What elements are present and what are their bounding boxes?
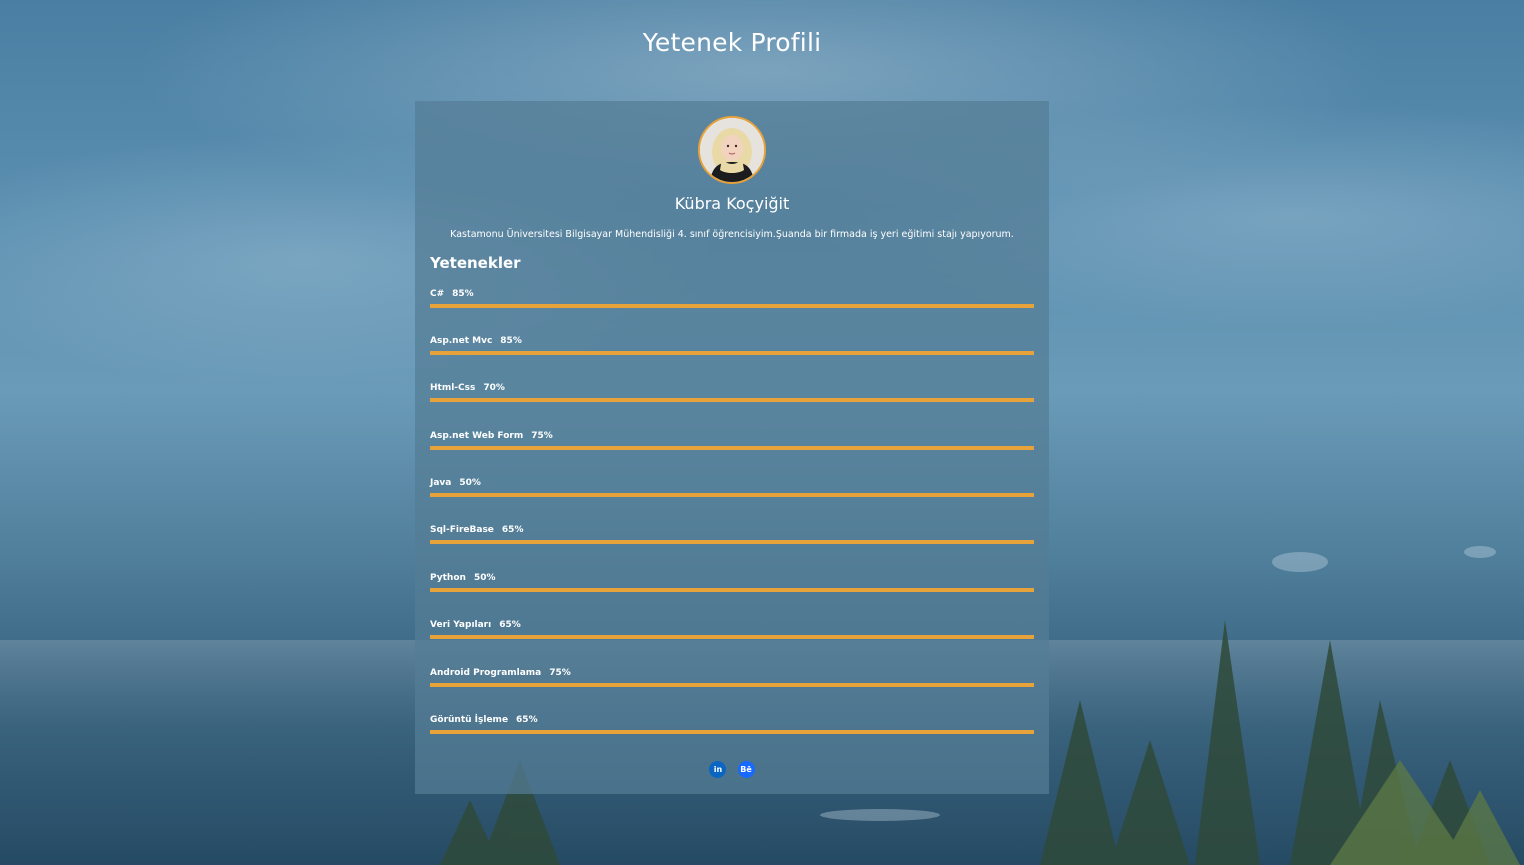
skill-name: C# bbox=[430, 289, 445, 299]
skill-item: Veri Yapıları 65% bbox=[430, 620, 1034, 650]
skill-name: Görüntü İşleme bbox=[430, 715, 509, 725]
skill-item: Asp.net Web Form 75% bbox=[430, 431, 1034, 461]
skill-progress-bar bbox=[430, 683, 1034, 687]
linkedin-icon[interactable]: in bbox=[709, 761, 727, 778]
skill-name: Sql-FireBase bbox=[430, 525, 494, 535]
skill-name: Python bbox=[430, 573, 466, 583]
skill-progress-track bbox=[430, 540, 1034, 544]
skill-progress-track bbox=[430, 351, 1034, 355]
page-title: Yetenek Profili bbox=[642, 28, 822, 57]
profile-name: Kübra Koçyiğit bbox=[674, 194, 790, 213]
skill-percent: 50% bbox=[473, 573, 496, 583]
skill-name: Java bbox=[430, 478, 452, 488]
skill-percent: 65% bbox=[501, 525, 524, 535]
skill-name: Veri Yapıları bbox=[430, 620, 492, 630]
skill-progress-track bbox=[430, 304, 1034, 308]
skill-progress-bar bbox=[430, 304, 1034, 308]
skill-progress-bar bbox=[430, 493, 1034, 497]
profile-photo bbox=[700, 118, 764, 182]
skill-progress-track bbox=[430, 588, 1034, 592]
skill-progress-bar bbox=[430, 446, 1034, 450]
skill-progress-track bbox=[430, 493, 1034, 497]
behance-icon[interactable]: Bē bbox=[737, 761, 755, 778]
skill-percent: 65% bbox=[516, 715, 538, 725]
skill-progress-track bbox=[430, 446, 1034, 450]
avatar bbox=[698, 116, 766, 184]
skill-progress-bar bbox=[430, 730, 1034, 734]
skill-progress-bar bbox=[430, 351, 1034, 355]
skill-progress-track bbox=[430, 635, 1034, 639]
skill-percent: 75% bbox=[549, 668, 571, 678]
skill-percent: 85% bbox=[500, 336, 522, 346]
skill-item: Java 50% bbox=[430, 478, 1034, 508]
skills-heading: Yetenekler bbox=[430, 254, 521, 272]
skill-progress-track bbox=[430, 730, 1034, 734]
skill-name: Asp.net Web Form bbox=[430, 431, 524, 441]
skill-percent: 50% bbox=[459, 478, 481, 488]
skill-item: Python 50% bbox=[430, 573, 1034, 603]
skill-name: Html-Css bbox=[430, 383, 476, 393]
profile-bio: Kastamonu Üniversitesi Bilgisayar Mühend… bbox=[450, 229, 1014, 240]
skill-percent: 65% bbox=[499, 620, 521, 630]
skill-name: Asp.net Mvc bbox=[430, 336, 493, 346]
skill-progress-track bbox=[430, 398, 1034, 402]
skill-item: Html-Css 70% bbox=[430, 383, 1034, 413]
skill-progress-bar bbox=[430, 540, 1034, 544]
skill-name: Android Programlama bbox=[430, 668, 542, 678]
skill-item: Sql-FireBase 65% bbox=[430, 525, 1034, 555]
skill-item: Android Programlama 75% bbox=[430, 668, 1034, 698]
skill-progress-bar bbox=[430, 398, 1034, 402]
skill-progress-track bbox=[430, 683, 1034, 687]
profile-card: Kübra Koçyiğit Kastamonu Üniversitesi Bi… bbox=[415, 101, 1049, 794]
skill-percent: 75% bbox=[531, 431, 553, 441]
skill-item: C# 85% bbox=[430, 289, 1034, 319]
skill-percent: 70% bbox=[483, 383, 505, 393]
skill-item: Asp.net Mvc 85% bbox=[430, 336, 1034, 366]
skill-progress-bar bbox=[430, 588, 1034, 592]
skill-item: Görüntü İşleme 65% bbox=[430, 715, 1034, 745]
skill-progress-bar bbox=[430, 635, 1034, 639]
social-links: in Bē bbox=[415, 759, 1049, 778]
skill-percent: 85% bbox=[452, 289, 474, 299]
